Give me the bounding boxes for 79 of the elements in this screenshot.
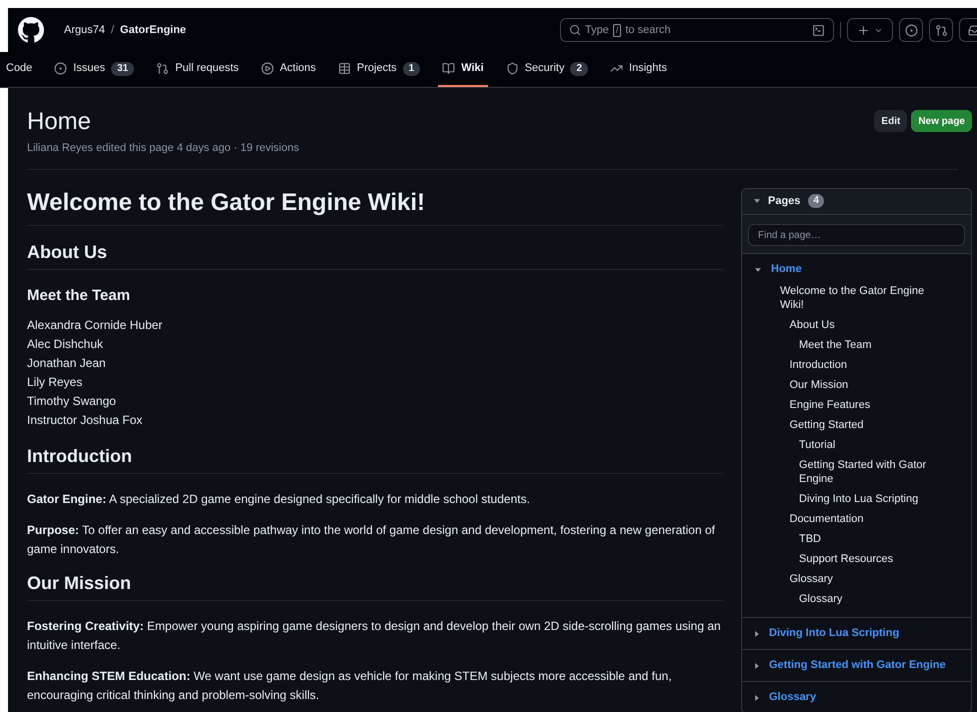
page-title: Home xyxy=(27,108,92,136)
search-field[interactable]: Type / to search xyxy=(560,18,834,42)
outline-link[interactable]: Support Resources xyxy=(742,549,971,569)
outline-link[interactable]: Getting Started xyxy=(742,415,971,435)
paragraph: Fostering Creativity: Empower young aspiring game designers to design and develop their own 2D side-scrolling games using an intuitive interface. xyxy=(27,618,722,654)
edit-button[interactable]: Edit xyxy=(874,110,908,132)
new-page-button[interactable]: New page xyxy=(911,110,972,132)
page-link[interactable]: Home xyxy=(771,261,802,278)
page-revision-info: Liliana Reyes edited this page 4 days ago · 19 revisions xyxy=(27,141,300,156)
outline-link[interactable]: Tutorial xyxy=(742,435,971,455)
outline-link[interactable]: Glossary xyxy=(742,569,971,589)
team-member: Jonathan Jean xyxy=(27,354,107,372)
play-icon xyxy=(260,62,274,75)
repo-tab[interactable]: Security 2 xyxy=(502,52,592,87)
subsection-heading: Meet the Team xyxy=(27,286,132,306)
outline-link[interactable]: Diving Into Lua Scripting xyxy=(742,489,971,509)
find-page-field[interactable]: Find a page… xyxy=(748,224,965,246)
team-member: Alec Dishchuk xyxy=(27,336,104,352)
shortcut-key: / xyxy=(612,24,622,36)
repo-tab[interactable]: Issues 31 xyxy=(50,52,138,87)
outline-link[interactable]: Documentation xyxy=(742,509,971,529)
search-placeholder: to search xyxy=(625,22,671,38)
circle-dot-icon xyxy=(904,24,918,36)
command-palette-icon[interactable] xyxy=(812,24,825,36)
outline-link[interactable]: TBD xyxy=(742,529,971,549)
page-link[interactable]: Glossary xyxy=(769,689,816,706)
outline-link[interactable]: Welcome to the Gator Engine Wiki! xyxy=(742,281,971,315)
section-heading: Our Mission xyxy=(27,570,723,600)
repo-tab[interactable]: Wiki xyxy=(438,52,488,87)
caret-right-icon xyxy=(755,630,759,636)
shield-icon xyxy=(506,62,519,75)
pages-title: Pages xyxy=(768,194,800,209)
outline-link[interactable]: About Us xyxy=(742,315,971,335)
pull-request-icon xyxy=(156,62,170,75)
count-badge: 31 xyxy=(111,62,134,76)
paragraph: Enhancing STEM Education: We want use game design as vehicle for making STEM subjects more accessible and fun, encouraging critical thinking and problem-solving skills. xyxy=(27,668,673,704)
outline-link[interactable]: Our Mission xyxy=(742,375,971,395)
repo-tab[interactable]: Projects 1 xyxy=(334,52,424,87)
outline-link[interactable]: Meet the Team xyxy=(742,335,971,355)
github-logo-icon[interactable] xyxy=(18,17,44,43)
team-member: Lily Reyes xyxy=(27,374,84,390)
caret-right-icon xyxy=(755,662,759,668)
paragraph: Purpose: To offer an easy and accessible pathway into the world of game design and development, fostering a new generation of game innovators. xyxy=(27,522,716,558)
repo-tab[interactable]: Code xyxy=(2,52,36,87)
page-link[interactable]: Diving Into Lua Scripting xyxy=(769,625,900,642)
book-icon xyxy=(442,62,456,75)
caret-down-icon xyxy=(755,268,761,272)
section-heading: Introduction xyxy=(27,444,723,474)
paragraph: Gator Engine: A specialized 2D game engine designed specifically for middle school students. xyxy=(27,490,531,508)
circle-dot-icon xyxy=(54,62,68,75)
team-member: Timothy Swango xyxy=(27,392,117,410)
repo-link[interactable]: GatorEngine xyxy=(120,22,186,38)
outline-link[interactable]: Getting Started with Gator Engine xyxy=(742,455,971,489)
pull-request-icon xyxy=(934,24,948,36)
count-badge: 4 xyxy=(808,194,824,208)
wiki-heading: Welcome to the Gator Engine Wiki! xyxy=(27,188,723,226)
pull-requests-button[interactable] xyxy=(929,18,953,42)
outline-link[interactable]: Engine Features xyxy=(742,395,971,415)
owner-link[interactable]: Argus74 xyxy=(64,22,105,38)
repo-tab[interactable]: Pull requests xyxy=(152,52,243,87)
search-placeholder: Type xyxy=(585,22,609,38)
team-member: Alexandra Cornide Huber xyxy=(27,316,164,334)
caret-down-icon xyxy=(754,199,760,203)
caret-right-icon xyxy=(755,694,759,700)
team-member: Instructor Joshua Fox xyxy=(27,412,144,428)
issues-button[interactable] xyxy=(899,18,923,42)
table-icon xyxy=(338,62,351,75)
path-separator: / xyxy=(110,22,114,38)
count-badge: 1 xyxy=(402,62,420,76)
repo-tab[interactable]: Actions xyxy=(256,52,320,87)
outline-link[interactable]: Glossary xyxy=(742,589,971,609)
plus-icon xyxy=(857,24,870,36)
outline-link[interactable]: Introduction xyxy=(742,355,971,375)
repo-tab[interactable]: Insights xyxy=(606,52,671,87)
inbox-button[interactable] xyxy=(959,18,977,42)
count-badge: 2 xyxy=(570,62,588,76)
section-heading: About Us xyxy=(27,240,723,270)
page-link[interactable]: Getting Started with Gator Engine xyxy=(769,657,946,674)
search-icon xyxy=(569,24,581,36)
